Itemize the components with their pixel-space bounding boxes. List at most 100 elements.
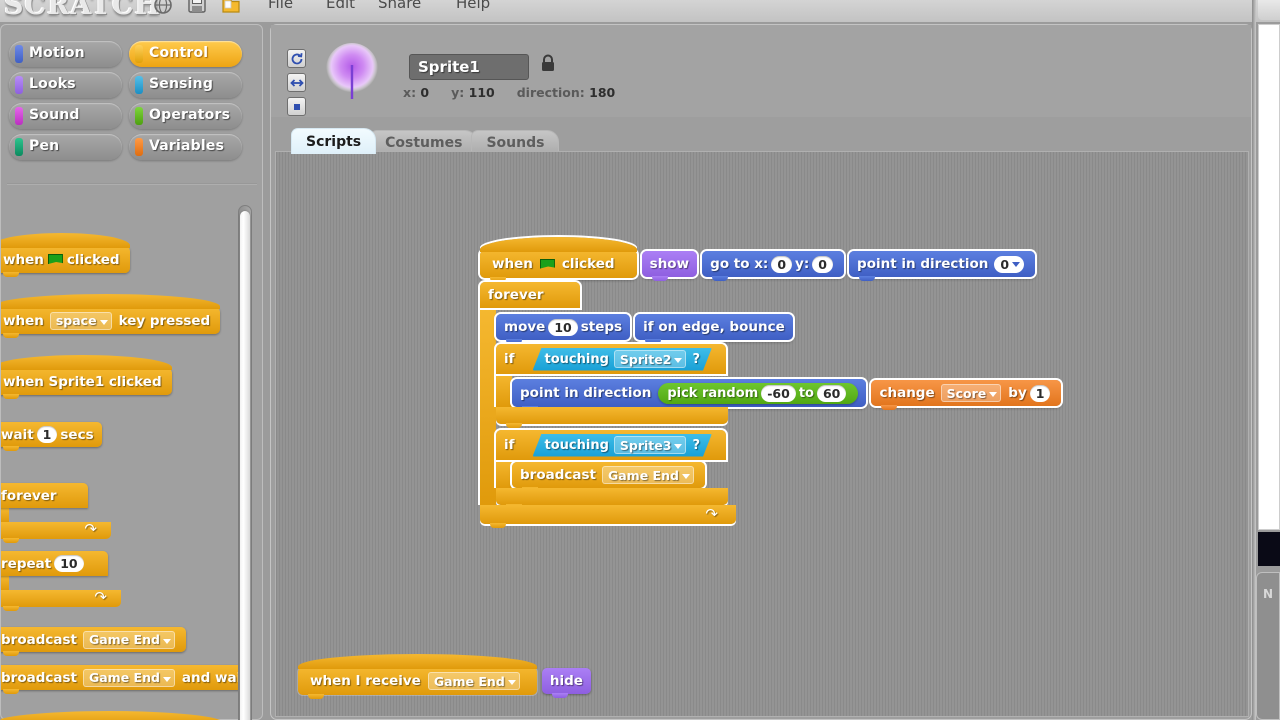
go-to-y-input[interactable]: 0 [812, 255, 833, 273]
sprite-thumbnail[interactable] [321, 41, 383, 103]
move-steps-input[interactable]: 10 [548, 318, 578, 336]
touching-sprite2-inner[interactable]: touching Sprite2 ? [533, 348, 713, 371]
touching-sprite3-inner[interactable]: touching Sprite3 ? [533, 434, 713, 457]
block-label-if-on-edge-bounce: if on edge, bounce [643, 319, 785, 335]
category-swatch-control [135, 45, 143, 63]
stage-column: N [1256, 0, 1280, 720]
block-if-on-edge-bounce[interactable]: if on edge, bounce [635, 314, 793, 344]
hat-top-shape [1, 294, 221, 309]
menu-bar: SCRATCH File Edit Share Help [0, 0, 1280, 22]
category-looks[interactable]: Looks [9, 72, 122, 98]
palette-block-forever[interactable]: forever ↷ [1, 483, 111, 543]
block-label-broadcast: broadcast [520, 467, 596, 483]
stage-display[interactable] [1258, 24, 1280, 530]
category-swatch-variables [135, 138, 143, 156]
scripts-canvas[interactable]: when clicked show go to x: 0 y: 0 point … [275, 151, 1249, 717]
block-forever[interactable]: forever move 10 steps if on edge, bounce… [480, 282, 1062, 528]
palette-block-when-sprite-clicked[interactable]: when Sprite1 clicked [1, 355, 172, 399]
block-go-to-xy[interactable]: go to x: 0 y: 0 [702, 251, 844, 281]
forever-head[interactable]: forever [1, 483, 88, 508]
block-move-steps[interactable]: move 10 steps [496, 314, 631, 344]
menu-help[interactable]: Help [456, 0, 490, 12]
forever-arm [1, 508, 9, 522]
menu-file[interactable]: File [268, 0, 293, 12]
broadcast-wait-message-dropdown[interactable]: Game End [82, 668, 175, 687]
globe-icon[interactable] [152, 0, 174, 20]
block-show[interactable]: show [641, 251, 698, 281]
block-if-touching-sprite3[interactable]: if touching Sprite3 ? broadcast Game End [496, 430, 1061, 509]
key-dropdown[interactable]: space [49, 311, 112, 330]
block-change-variable[interactable]: change Score by 1 [871, 380, 1062, 410]
lock-icon[interactable] [539, 53, 557, 77]
palette-block-when-key-pressed[interactable]: when space key pressed [1, 294, 221, 338]
touching-sprite2-boolean[interactable]: touching Sprite2 ? [533, 348, 713, 371]
touching-sprite3-boolean[interactable]: touching Sprite3 ? [533, 434, 713, 457]
block-label-if: if [504, 437, 515, 453]
folder-icon[interactable] [220, 0, 242, 20]
green-flag-icon [539, 258, 555, 269]
block-label-key-pressed: key pressed [118, 312, 211, 329]
block-broadcast-game-end[interactable]: broadcast Game End [512, 462, 705, 492]
go-to-x-input[interactable]: 0 [771, 255, 793, 273]
rotate-icon[interactable] [287, 49, 306, 68]
palette-block-wait-secs[interactable]: wait 1 secs [1, 422, 102, 451]
save-icon[interactable] [186, 0, 208, 20]
category-control[interactable]: Control [129, 41, 242, 67]
sprite-list-panel[interactable]: N [1256, 572, 1280, 720]
if1-body-row: point in direction pick random -60 to 60 [496, 374, 1062, 411]
block-label-question: ? [692, 351, 701, 367]
block-if-touching-sprite2[interactable]: if touching Sprite2 ? point in direction… [496, 344, 1062, 428]
direction-dropdown[interactable]: 0 [994, 255, 1025, 273]
block-label-broadcast: broadcast [1, 631, 77, 648]
category-variables[interactable]: Variables [129, 134, 242, 160]
category-pen[interactable]: Pen [9, 134, 122, 160]
category-sensing[interactable]: Sensing [129, 72, 242, 98]
change-amount-input[interactable]: 1 [1029, 384, 1051, 402]
repeat-count-input[interactable]: 10 [54, 555, 84, 572]
category-operators[interactable]: Operators [129, 103, 242, 129]
stage-toolbar[interactable] [1258, 0, 1280, 20]
if2-head[interactable]: if touching Sprite3 ? [496, 430, 727, 460]
script-stack-game-end[interactable]: when I receive Game End hide [298, 654, 591, 699]
receive-message-dropdown[interactable]: Game End [427, 672, 520, 690]
block-label-secs: secs [60, 426, 94, 443]
forever-head[interactable]: forever [480, 282, 580, 308]
pick-random-to-input[interactable]: 60 [816, 384, 847, 402]
tab-scripts[interactable]: Scripts [291, 128, 377, 154]
block-when-flag-clicked[interactable]: when clicked [480, 237, 637, 282]
block-point-in-direction-random[interactable]: point in direction pick random -60 to 60 [512, 379, 867, 411]
block-label-forever: forever [488, 287, 544, 303]
hat-top-shape [1, 355, 172, 370]
if1-head[interactable]: if touching Sprite2 ? [496, 344, 727, 374]
flip-horizontal-icon[interactable] [287, 73, 306, 92]
palette-block-broadcast[interactable]: broadcast Game End [1, 627, 186, 656]
broadcast-message-dropdown[interactable]: Game End [82, 630, 175, 649]
block-hide[interactable]: hide [541, 668, 591, 698]
palette-block-broadcast-and-wait[interactable]: broadcast Game End and wait [1, 665, 241, 694]
block-label-go-to-x: go to x: [710, 256, 769, 272]
menu-edit[interactable]: Edit [326, 0, 355, 12]
palette-block-repeat[interactable]: repeat 10 ↷ [1, 551, 121, 611]
category-sound[interactable]: Sound [9, 103, 122, 129]
repeat-head[interactable]: repeat 10 [1, 551, 108, 576]
sprite-name-field[interactable]: Sprite1 [409, 54, 529, 80]
palette-block-when-flag-clicked[interactable]: when clicked [1, 233, 130, 277]
no-rotate-icon[interactable] [287, 97, 306, 116]
block-when-i-receive[interactable]: when I receive Game End [298, 654, 537, 699]
direction-label: direction: [516, 85, 585, 100]
broadcast-message-dropdown[interactable]: Game End [601, 466, 694, 484]
script-stack-main[interactable]: when clicked show go to x: 0 y: 0 point … [480, 237, 1062, 528]
pick-random-reporter[interactable]: pick random -60 to 60 [658, 382, 859, 404]
variable-dropdown[interactable]: Score [940, 384, 1002, 402]
touching-target-dropdown[interactable]: Sprite3 [614, 436, 687, 454]
block-label-broadcast: broadcast [1, 669, 77, 686]
palette-scrollbar-thumb[interactable] [240, 211, 250, 720]
wait-seconds-input[interactable]: 1 [36, 426, 58, 443]
block-label-point-in-direction: point in direction [857, 256, 989, 272]
block-point-in-direction[interactable]: point in direction 0 [849, 251, 1036, 281]
pick-random-from-input[interactable]: -60 [761, 384, 796, 402]
menu-share[interactable]: Share [378, 0, 421, 12]
block-label-move: move [504, 319, 546, 335]
touching-target-dropdown[interactable]: Sprite2 [614, 350, 687, 368]
category-motion[interactable]: Motion [9, 41, 122, 67]
